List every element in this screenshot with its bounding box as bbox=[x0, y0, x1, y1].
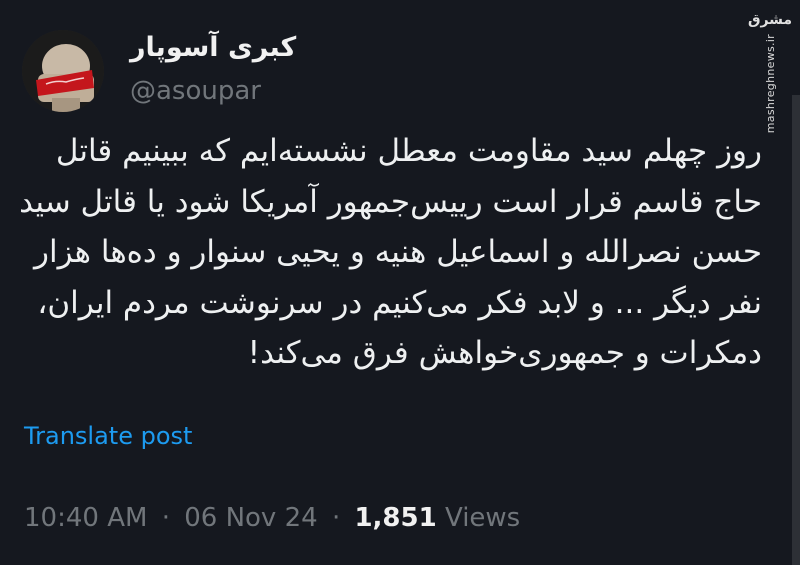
tweet-date[interactable]: 06 Nov 24 bbox=[184, 503, 317, 533]
tweet-time[interactable]: 10:40 AM bbox=[24, 503, 147, 533]
tweet-meta: 10:40 AM · 06 Nov 24 · 1,851 Views bbox=[24, 503, 520, 533]
watermark-site: mashreghnews.ir bbox=[763, 34, 777, 134]
tweet-text-line: روز چهلم سید مقاومت معطل نشسته‌ایم که بب… bbox=[55, 133, 762, 169]
tweet-card: کبری آسوپار @asoupar مشرق mashreghnews.i… bbox=[0, 0, 800, 565]
views-count: 1,851 bbox=[354, 503, 437, 533]
tweet-text-line: حسن نصرالله و اسماعیل هنیه و یحیی سنوار … bbox=[33, 234, 762, 270]
views-label: Views bbox=[444, 503, 521, 533]
meta-separator: · bbox=[161, 503, 170, 533]
watermark: مشرق mashreghnews.ir bbox=[747, 12, 793, 133]
tweet-text-line: نفر دیگر ... و لابد فکر می‌کنیم در سرنوش… bbox=[37, 284, 762, 321]
scroll-edge bbox=[792, 95, 800, 565]
author-display-name[interactable]: کبری آسوپار bbox=[130, 32, 296, 63]
tweet-text-line: حاج قاسم قرار است رییس‌جمهور آمریکا شود … bbox=[19, 183, 762, 220]
watermark-logo: مشرق bbox=[747, 12, 793, 28]
tweet-text: روز چهلم سید مقاومت معطل نشسته‌ایم که بب… bbox=[19, 126, 762, 379]
translate-post-link[interactable]: Translate post bbox=[24, 422, 192, 450]
meta-separator: · bbox=[331, 503, 341, 533]
author-handle[interactable]: @asoupar bbox=[130, 76, 261, 106]
avatar[interactable] bbox=[22, 30, 104, 112]
tweet-text-line: دمکرات و جمهوری‌خواهش فرق می‌کند! bbox=[247, 335, 762, 371]
avatar-image bbox=[22, 30, 104, 112]
